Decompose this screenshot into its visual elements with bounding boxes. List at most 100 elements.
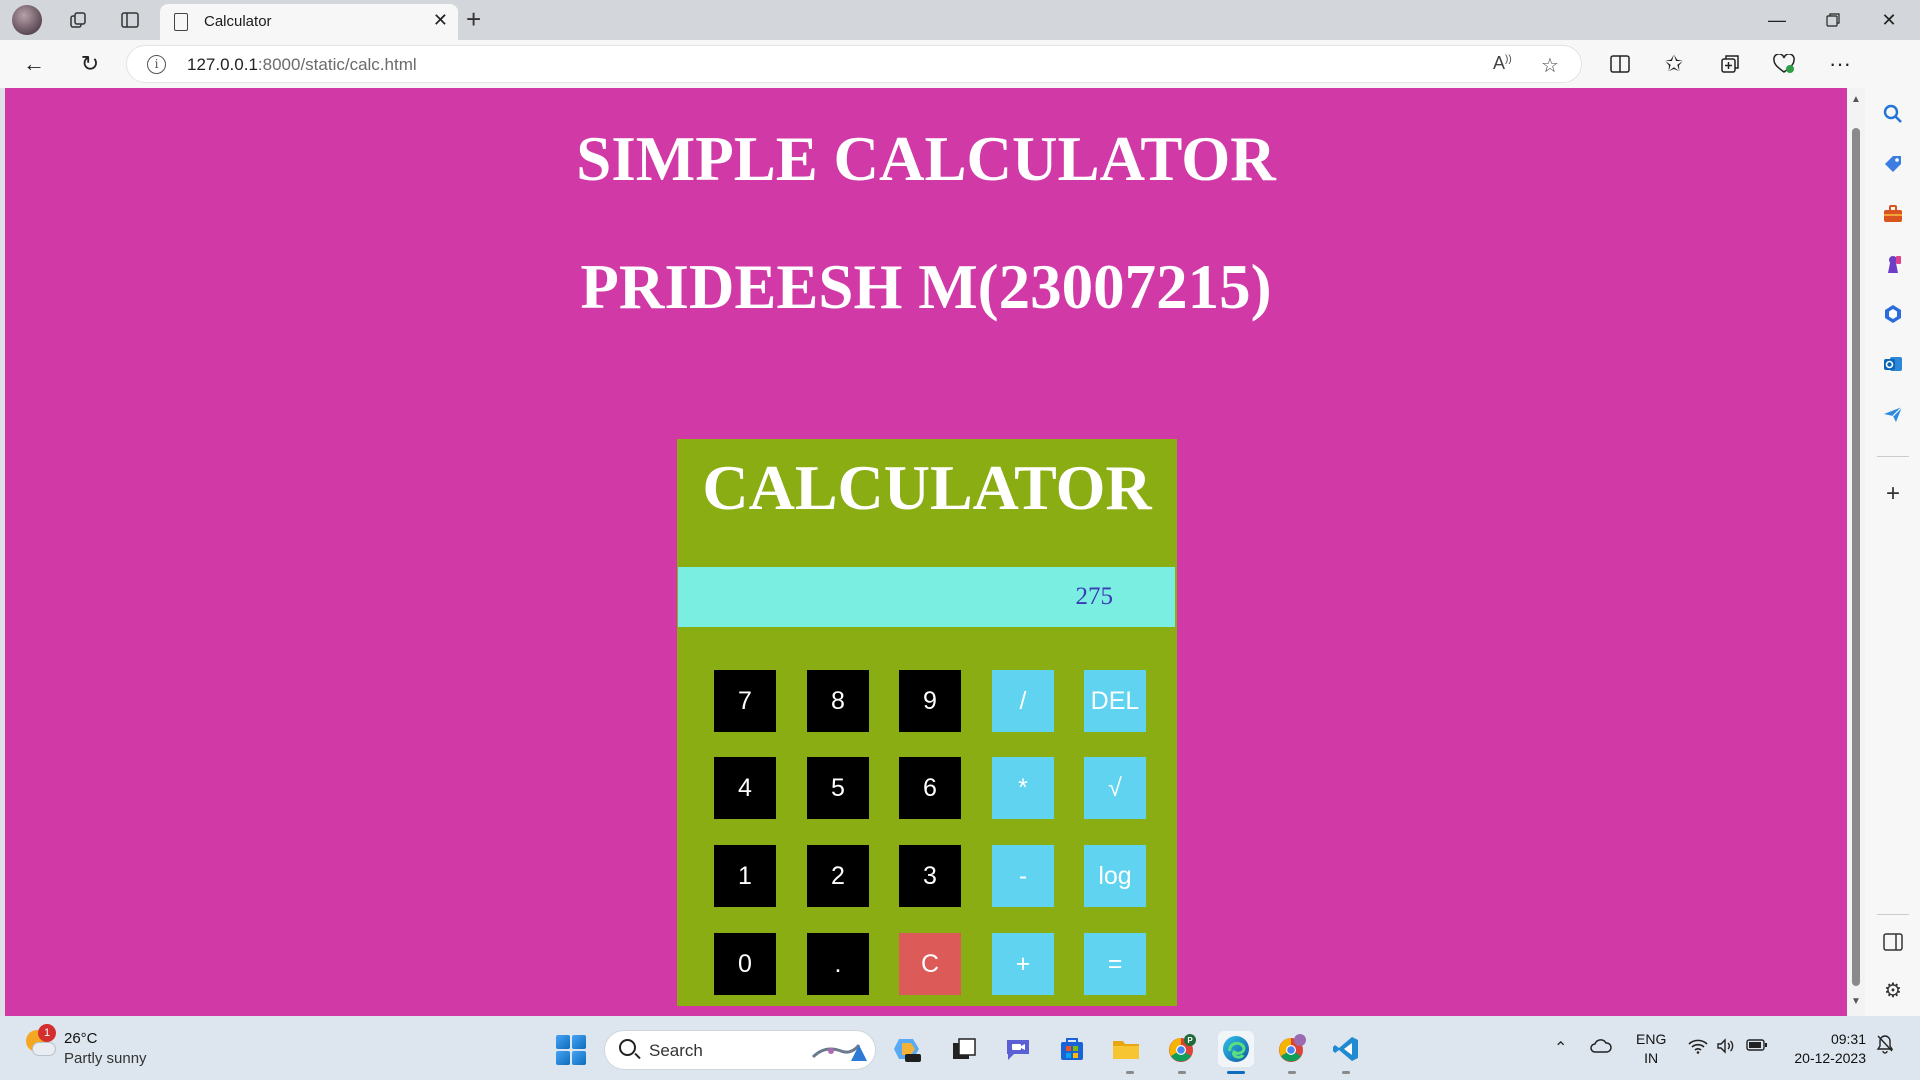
- tab-title: Calculator: [204, 13, 272, 30]
- running-indicator: [1126, 1071, 1134, 1074]
- favorites-icon[interactable]: ✩: [1656, 48, 1692, 80]
- key-log[interactable]: log: [1084, 845, 1146, 907]
- key-divide[interactable]: /: [992, 670, 1054, 732]
- clock-time: 09:31: [1830, 1031, 1866, 1047]
- back-button[interactable]: ←: [16, 48, 52, 80]
- page-scrollbar[interactable]: ▲ ▼: [1847, 88, 1865, 1016]
- key-multiply[interactable]: *: [992, 757, 1054, 819]
- restore-button[interactable]: [1806, 4, 1860, 36]
- refresh-button[interactable]: ↻: [72, 48, 108, 80]
- minimize-button[interactable]: —: [1750, 4, 1804, 36]
- scroll-up-icon[interactable]: ▲: [1851, 94, 1861, 105]
- shopping-tag-icon[interactable]: [1879, 150, 1907, 178]
- favorite-star-icon[interactable]: ☆: [1541, 53, 1559, 78]
- key-square-root[interactable]: √: [1084, 757, 1146, 819]
- search-icon: [619, 1039, 636, 1056]
- key-8[interactable]: 8: [807, 670, 869, 732]
- author-heading: PRIDEESH M(23007215): [580, 252, 1272, 322]
- key-equals[interactable]: =: [1084, 933, 1146, 995]
- system-clock[interactable]: 09:31 20-12-2023: [1786, 1030, 1866, 1068]
- close-tab-icon[interactable]: ✕: [433, 10, 448, 31]
- profile-avatar[interactable]: [12, 5, 42, 35]
- microsoft-365-icon[interactable]: [1879, 300, 1907, 328]
- collections-icon[interactable]: [1712, 48, 1748, 80]
- key-6[interactable]: 6: [899, 757, 961, 819]
- key-0[interactable]: 0: [714, 933, 776, 995]
- page-icon: [174, 13, 188, 31]
- edge-sidebar: + ⚙: [1865, 40, 1920, 1016]
- weather-temperature[interactable]: 26°C: [64, 1030, 98, 1047]
- url-path: :8000/static/calc.html: [257, 55, 417, 74]
- running-indicator: [1288, 1071, 1296, 1074]
- new-tab-button[interactable]: +: [466, 4, 481, 35]
- split-screen-icon[interactable]: [1602, 48, 1638, 80]
- taskbar-search[interactable]: Search: [604, 1030, 876, 1070]
- outlook-icon[interactable]: [1879, 350, 1907, 378]
- microsoft-store-icon[interactable]: [1054, 1031, 1090, 1067]
- settings-gear-icon[interactable]: ⚙: [1879, 976, 1907, 1004]
- weather-condition[interactable]: Partly sunny: [64, 1050, 147, 1067]
- key-subtract[interactable]: -: [992, 845, 1054, 907]
- key-3[interactable]: 3: [899, 845, 961, 907]
- weather-icon[interactable]: 1: [24, 1024, 56, 1060]
- task-view-icon[interactable]: [946, 1031, 982, 1067]
- onedrive-cloud-icon[interactable]: [1590, 1038, 1612, 1059]
- key-delete[interactable]: DEL: [1084, 670, 1146, 732]
- address-bar[interactable]: i 127.0.0.1:8000/static/calc.html A)) ☆: [126, 45, 1582, 83]
- taskbar: 1 26°C Partly sunny Search P ⌃ ENG IN 09…: [0, 1016, 1920, 1080]
- scrollbar-thumb[interactable]: [1852, 128, 1860, 986]
- edge-browser-icon[interactable]: [1218, 1031, 1254, 1067]
- key-1[interactable]: 1: [714, 845, 776, 907]
- url-host: 127.0.0.1: [187, 55, 258, 74]
- notification-bell-icon[interactable]: [1876, 1034, 1894, 1059]
- scroll-down-icon[interactable]: ▼: [1851, 996, 1861, 1007]
- more-options-icon[interactable]: ···: [1822, 48, 1858, 80]
- language-indicator[interactable]: ENG IN: [1636, 1030, 1666, 1068]
- battery-icon[interactable]: [1746, 1038, 1768, 1057]
- clock-date: 20-12-2023: [1794, 1050, 1866, 1066]
- wifi-icon[interactable]: [1688, 1038, 1708, 1059]
- tools-icon[interactable]: [1879, 200, 1907, 228]
- key-9[interactable]: 9: [899, 670, 961, 732]
- hide-sidebar-icon[interactable]: [1879, 928, 1907, 956]
- meet-chat-icon[interactable]: [1000, 1031, 1036, 1067]
- add-sidebar-app-icon[interactable]: +: [1879, 480, 1907, 508]
- chrome-profile-icon[interactable]: P: [1164, 1031, 1200, 1067]
- chrome-icon[interactable]: [1274, 1031, 1310, 1067]
- search-highlight-icon: [811, 1044, 867, 1061]
- browser-essentials-icon[interactable]: [1766, 48, 1802, 80]
- sidebar-divider: [1877, 456, 1909, 457]
- search-label: Search: [649, 1041, 703, 1060]
- vscode-icon[interactable]: [1328, 1031, 1364, 1067]
- key-decimal[interactable]: .: [807, 933, 869, 995]
- games-icon[interactable]: [1879, 250, 1907, 278]
- show-hidden-icons-chevron-icon[interactable]: ⌃: [1554, 1038, 1567, 1058]
- key-2[interactable]: 2: [807, 845, 869, 907]
- read-aloud-icon[interactable]: A)): [1493, 53, 1512, 74]
- windows-start-icon[interactable]: [556, 1035, 586, 1065]
- close-window-button[interactable]: ✕: [1862, 4, 1916, 36]
- calculator-display[interactable]: 275: [678, 567, 1175, 627]
- search-icon[interactable]: [1879, 100, 1907, 128]
- site-info-icon[interactable]: i: [147, 55, 166, 74]
- volume-icon[interactable]: [1716, 1038, 1736, 1059]
- key-4[interactable]: 4: [714, 757, 776, 819]
- drop-icon[interactable]: [1879, 400, 1907, 428]
- running-indicator: [1178, 1071, 1186, 1074]
- key-7[interactable]: 7: [714, 670, 776, 732]
- tab-calculator[interactable]: Calculator ✕: [160, 4, 458, 40]
- key-clear[interactable]: C: [899, 933, 961, 995]
- file-explorer-icon[interactable]: [1108, 1031, 1144, 1067]
- svg-text:P: P: [1187, 1036, 1193, 1045]
- calculator-title: CALCULATOR: [702, 452, 1152, 523]
- key-add[interactable]: +: [992, 933, 1054, 995]
- weather-badge: 1: [38, 1024, 56, 1042]
- vertical-tabs-icon[interactable]: [114, 6, 146, 34]
- copilot-preview-icon[interactable]: [890, 1031, 926, 1067]
- key-5[interactable]: 5: [807, 757, 869, 819]
- url-text[interactable]: 127.0.0.1:8000/static/calc.html: [187, 55, 417, 75]
- title-bar: Calculator ✕ + — ✕: [0, 0, 1920, 40]
- sidebar-divider: [1877, 914, 1909, 915]
- page-viewport: SIMPLE CALCULATOR PRIDEESH M(23007215) C…: [5, 88, 1847, 1016]
- workspaces-icon[interactable]: [62, 6, 94, 34]
